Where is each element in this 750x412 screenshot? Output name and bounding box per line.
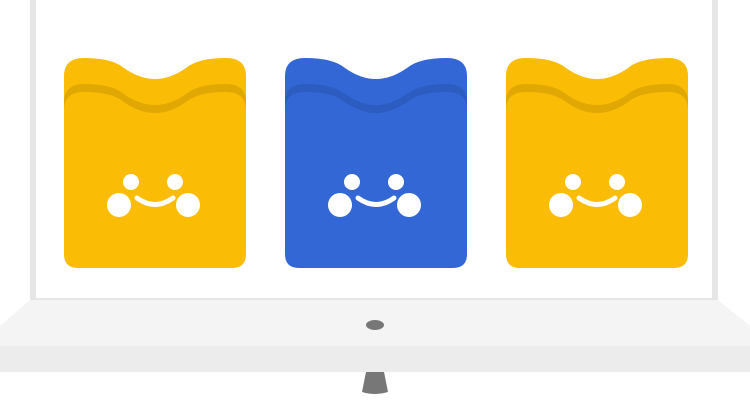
front-shirt xyxy=(64,92,246,268)
left-eye xyxy=(565,174,581,190)
left-wall xyxy=(30,0,36,300)
right-cheek xyxy=(618,193,642,217)
right-cheek xyxy=(176,193,200,217)
shirt-stack-graphic xyxy=(64,58,246,268)
left-cheek xyxy=(549,193,573,217)
right-cheek xyxy=(397,193,421,217)
shirt-stack-1 xyxy=(64,58,246,268)
right-wall xyxy=(712,0,718,300)
shelf-knob xyxy=(366,320,384,330)
front-shirt xyxy=(285,92,467,268)
shirt-stack-2 xyxy=(285,58,467,268)
left-cheek xyxy=(107,193,131,217)
front-shirt xyxy=(506,92,688,268)
left-cheek xyxy=(328,193,352,217)
left-eye xyxy=(344,174,360,190)
shirt-stack-3 xyxy=(506,58,688,268)
wardrobe-illustration xyxy=(0,0,750,412)
shirt-stack-graphic xyxy=(506,58,688,268)
right-eye xyxy=(388,174,404,190)
cabinet-handle xyxy=(362,372,388,394)
shirt-stack-graphic xyxy=(285,58,467,268)
right-eye xyxy=(609,174,625,190)
shelf-front xyxy=(0,346,750,372)
left-eye xyxy=(123,174,139,190)
right-eye xyxy=(167,174,183,190)
